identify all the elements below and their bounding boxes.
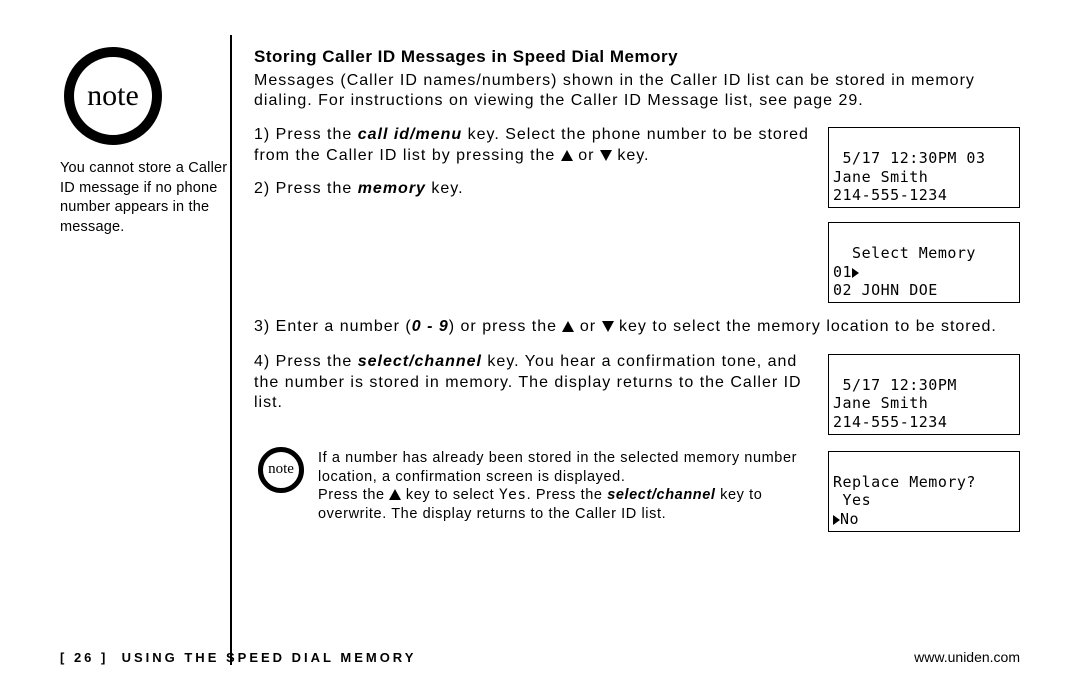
cursor-icon: [833, 515, 840, 525]
inline-note-text: If a number has already been stored in t…: [318, 449, 828, 524]
note-icon: note: [64, 47, 162, 145]
lcd-screen-1: 5/17 12:30PM 03 Jane Smith 214-555-1234: [828, 127, 1020, 208]
intro-paragraph: Messages (Caller ID names/numbers) shown…: [254, 71, 1020, 111]
footer-url: www.uniden.com: [914, 649, 1020, 665]
step-3-text: 3) Enter a number (0 - 9) or press the o…: [254, 317, 1020, 338]
step-1-text: 1) Press the call id/menu key. Select th…: [254, 125, 828, 199]
arrow-down-icon: [600, 150, 612, 161]
lcd-screen-4: Replace Memory? Yes No: [828, 451, 1020, 532]
sidebar: note You cannot store a Caller ID messag…: [60, 35, 230, 665]
page-footer: [ 26 ] USING THE SPEED DIAL MEMORY www.u…: [60, 649, 1020, 665]
note-label: note: [87, 79, 139, 113]
lcd-group-1: 5/17 12:30PM 03 Jane Smith 214-555-1234 …: [828, 125, 1020, 303]
step-1-row: 1) Press the call id/menu key. Select th…: [254, 125, 1020, 303]
step-3-row: 3) Enter a number (0 - 9) or press the o…: [254, 317, 1020, 338]
arrow-up-icon: [389, 489, 401, 500]
main-content: Storing Caller ID Messages in Speed Dial…: [254, 35, 1020, 665]
step-4-row: 4) Press the select/channel key. You hea…: [254, 352, 1020, 435]
cursor-icon: [852, 268, 859, 278]
inline-note-row: note If a number has already been stored…: [254, 449, 1020, 532]
sidebar-note-text: You cannot store a Caller ID message if …: [60, 159, 230, 237]
arrow-down-icon: [602, 321, 614, 332]
note-small-icon: note: [258, 447, 304, 493]
arrow-up-icon: [561, 150, 573, 161]
arrow-up-icon: [562, 321, 574, 332]
lcd-screen-3: 5/17 12:30PM Jane Smith 214-555-1234: [828, 354, 1020, 435]
footer-left: [ 26 ] USING THE SPEED DIAL MEMORY: [60, 650, 416, 665]
step-4-text: 4) Press the select/channel key. You hea…: [254, 352, 828, 414]
vertical-divider: [230, 35, 232, 665]
lcd-screen-2: Select Memory 01 02 JOHN DOE: [828, 222, 1020, 303]
section-heading: Storing Caller ID Messages in Speed Dial…: [254, 47, 1020, 67]
